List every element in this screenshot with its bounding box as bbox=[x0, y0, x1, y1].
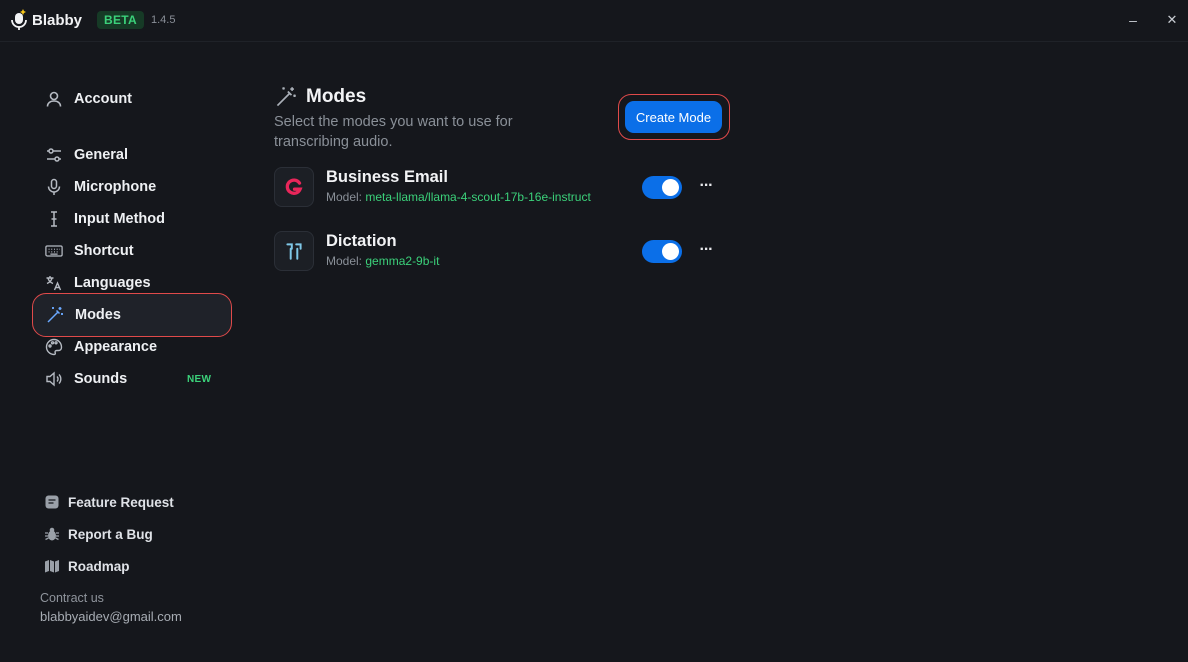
translate-icon bbox=[44, 273, 64, 293]
contact-label: Contract us bbox=[40, 591, 104, 605]
keyboard-icon bbox=[44, 241, 64, 261]
sidebar-item-shortcut[interactable]: Shortcut bbox=[32, 235, 232, 267]
text-cursor-icon bbox=[44, 209, 64, 229]
earbuds-icon bbox=[274, 231, 314, 271]
close-button[interactable]: ✕ bbox=[1160, 8, 1184, 32]
magic-wand-icon bbox=[275, 86, 297, 108]
microphone-icon bbox=[44, 177, 64, 197]
beta-badge: BETA bbox=[97, 11, 144, 29]
mode-name: Dictation bbox=[326, 232, 397, 250]
mode-row: Dictation Model: gemma2-9b-it ··· bbox=[274, 231, 724, 271]
mode-enabled-toggle[interactable] bbox=[642, 240, 682, 263]
sidebar-item-label: Sounds bbox=[74, 371, 128, 387]
sidebar-item-label: Languages bbox=[74, 275, 151, 291]
sidebar-item-label: Microphone bbox=[74, 179, 157, 195]
sidebar-item-appearance[interactable]: Appearance bbox=[32, 331, 232, 363]
page-title: Modes bbox=[306, 86, 367, 107]
sidebar-item-microphone[interactable]: Microphone bbox=[32, 171, 232, 203]
report-bug-link[interactable]: Report a Bug bbox=[44, 523, 153, 545]
report-bug-label: Report a Bug bbox=[68, 526, 153, 542]
sidebar-item-label: Input Method bbox=[74, 211, 166, 227]
roadmap-label: Roadmap bbox=[68, 558, 130, 574]
mode-row: Business Email Model: meta-llama/llama-4… bbox=[274, 167, 724, 207]
microphone-logo-icon bbox=[11, 9, 27, 30]
new-badge: NEW bbox=[187, 373, 212, 385]
title-bar: Blabby BETA 1.4.5 – ✕ bbox=[0, 0, 1188, 42]
more-options-button[interactable]: ··· bbox=[696, 174, 716, 200]
model-label: Model: bbox=[326, 254, 363, 268]
mode-enabled-toggle[interactable] bbox=[642, 176, 682, 199]
sidebar-item-general[interactable]: General bbox=[32, 139, 232, 171]
contact-email[interactable]: blabbyaidev@gmail.com bbox=[40, 609, 182, 624]
sidebar-item-label: Shortcut bbox=[74, 243, 134, 259]
app-version: 1.4.5 bbox=[151, 14, 176, 26]
minimize-button[interactable]: – bbox=[1121, 8, 1145, 32]
model-value: gemma2-9b-it bbox=[365, 254, 440, 268]
mode-name: Business Email bbox=[326, 168, 448, 186]
mode-model: Model: meta-llama/llama-4-scout-17b-16e-… bbox=[326, 190, 591, 204]
sidebar-item-label: Account bbox=[74, 91, 132, 107]
model-value: meta-llama/llama-4-scout-17b-16e-instruc… bbox=[365, 190, 591, 204]
feature-request-link[interactable]: Feature Request bbox=[44, 491, 174, 513]
message-icon bbox=[44, 494, 60, 510]
sidebar-item-sounds[interactable]: Sounds NEW bbox=[32, 363, 232, 395]
more-options-button[interactable]: ··· bbox=[696, 238, 716, 264]
feature-request-label: Feature Request bbox=[68, 494, 174, 510]
toggle-knob bbox=[662, 243, 679, 260]
palette-icon bbox=[44, 337, 64, 357]
page-header: Modes bbox=[275, 86, 366, 108]
sidebar-item-label: Appearance bbox=[74, 339, 158, 355]
roadmap-link[interactable]: Roadmap bbox=[44, 555, 130, 577]
map-icon bbox=[44, 558, 60, 574]
sidebar-item-label: Modes bbox=[75, 307, 121, 323]
toggle-knob bbox=[662, 179, 679, 196]
user-icon bbox=[44, 89, 64, 109]
magic-wand-icon bbox=[45, 305, 65, 325]
groq-g-icon bbox=[274, 167, 314, 207]
sidebar-item-label: General bbox=[74, 147, 128, 163]
app-name: Blabby bbox=[32, 12, 83, 29]
page-subtitle: Select the modes you want to use for tra… bbox=[274, 114, 513, 150]
model-label: Model: bbox=[326, 190, 363, 204]
create-mode-button[interactable]: Create Mode bbox=[625, 101, 722, 133]
speaker-icon bbox=[44, 369, 64, 389]
mode-model: Model: gemma2-9b-it bbox=[326, 254, 439, 268]
bug-icon bbox=[44, 526, 60, 542]
sliders-icon bbox=[44, 145, 64, 165]
sidebar-item-input-method[interactable]: Input Method bbox=[32, 203, 232, 235]
sidebar-item-account[interactable]: Account bbox=[32, 83, 232, 115]
